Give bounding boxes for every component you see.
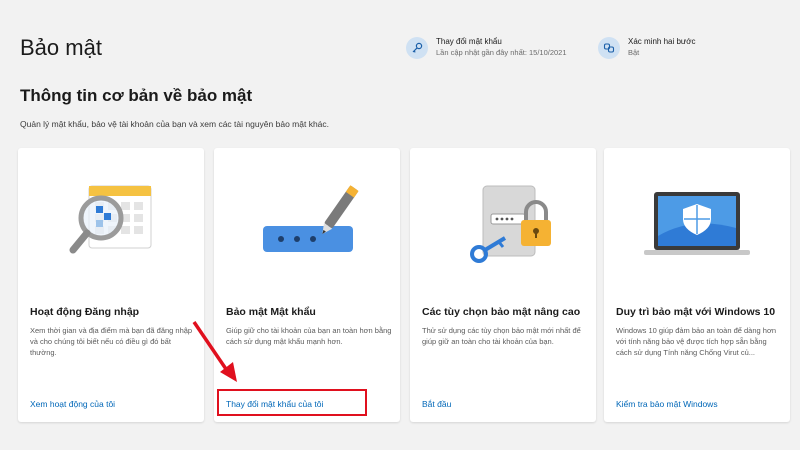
card-description: Windows 10 giúp đảm bảo an toàn để dàng … (616, 326, 777, 357)
security-page: Bảo mật Thay đổi mật khẩu Lần cập nhật g… (0, 0, 800, 450)
highlight-box (217, 389, 367, 416)
page-title: Bảo mật (20, 35, 102, 60)
card-description: Xem thời gian và địa điểm mà bạn đã đăng… (30, 326, 193, 357)
card-signin-activity: Hoạt động Đăng nhập Xem thời gian và địa… (18, 148, 204, 422)
check-windows-security-link[interactable]: Kiểm tra bảo mật Windows (616, 399, 718, 409)
calendar-magnifier-icon (18, 166, 204, 286)
card-advanced-security: Các tùy chọn bảo mật nâng cao Thử sử dụn… (410, 148, 596, 422)
card-description: Thử sử dụng các tùy chọn bảo mật mới nhấ… (422, 326, 581, 346)
card-title: Bảo mật Mật khẩu (226, 306, 316, 318)
link-icon (598, 37, 620, 59)
two-step-verification-action[interactable]: Xác minh hai bước Bật (598, 36, 696, 59)
two-step-label: Xác minh hai bước (628, 37, 696, 46)
two-step-status: Bật (628, 48, 640, 57)
view-activity-link[interactable]: Xem hoạt động của tôi (30, 399, 115, 409)
laptop-shield-icon (604, 166, 790, 286)
password-pen-icon (214, 166, 400, 286)
card-title: Hoạt động Đăng nhập (30, 306, 140, 318)
card-title: Các tùy chọn bảo mật nâng cao (422, 306, 581, 318)
card-description: Giúp giữ cho tài khoản của bạn an toàn h… (226, 326, 392, 346)
key-icon (406, 37, 428, 59)
change-password-label: Thay đổi mật khẩu (436, 37, 502, 46)
change-password-action[interactable]: Thay đổi mật khẩu Lần cập nhật gần đây n… (406, 36, 567, 59)
card-windows-security: Duy trì bảo mật với Windows 10 Windows 1… (604, 148, 790, 422)
get-started-link[interactable]: Bắt đầu (422, 399, 451, 409)
red-arrow-icon (192, 321, 237, 382)
section-description: Quản lý mật khẩu, bảo vệ tài khoản của b… (20, 119, 330, 129)
key-lock-icon (410, 166, 596, 286)
card-title: Duy trì bảo mật với Windows 10 (616, 306, 776, 318)
section-title: Thông tin cơ bản về bảo mật (20, 86, 253, 105)
password-last-updated: Lần cập nhật gần đây nhất: 15/10/2021 (436, 48, 567, 57)
